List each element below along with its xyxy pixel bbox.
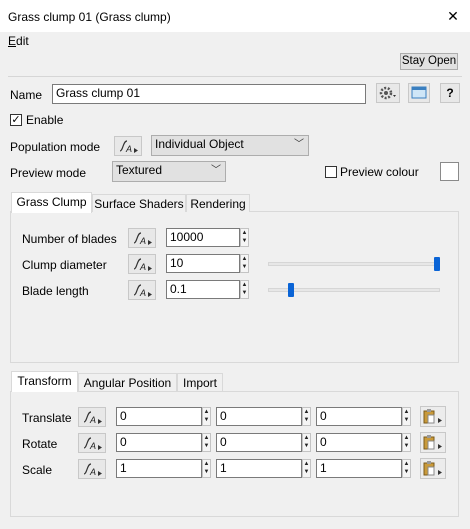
- clump-diameter-label: Clump diameter: [22, 258, 107, 272]
- tab-import[interactable]: Import: [177, 373, 223, 391]
- rotate-x-input[interactable]: 0: [116, 433, 202, 452]
- translate-x-input[interactable]: 0: [116, 407, 202, 426]
- svg-text:A: A: [89, 467, 96, 477]
- preview-colour-swatch[interactable]: [440, 162, 459, 181]
- enable-label: Enable: [26, 113, 64, 127]
- blades-function-button[interactable]: A: [128, 228, 156, 248]
- function-icon: A: [133, 232, 152, 246]
- svg-text:A: A: [89, 441, 96, 451]
- svg-text:A: A: [139, 236, 146, 246]
- chevron-down-icon: ﹀: [211, 165, 221, 176]
- title-bar: Grass clump 01 (Grass clump) ✕: [0, 0, 470, 32]
- rotate-y-input[interactable]: 0: [216, 433, 302, 452]
- blade-length-label: Blade length: [22, 284, 89, 298]
- svg-text:A: A: [139, 288, 146, 298]
- population-mode-label: Population mode: [10, 140, 101, 154]
- population-mode-select[interactable]: Individual Object ﹀: [151, 135, 309, 156]
- translate-y-spinner[interactable]: ▲ ▼: [302, 407, 311, 426]
- scale-x-spinner[interactable]: ▲ ▼: [202, 459, 211, 478]
- scale-x-input[interactable]: 1: [116, 459, 202, 478]
- translate-function-button[interactable]: A: [78, 407, 106, 427]
- rotate-z-input[interactable]: 0: [316, 433, 402, 452]
- menu-edit-label: dit: [16, 34, 29, 48]
- rotate-y-spinner[interactable]: ▲ ▼: [302, 433, 311, 452]
- rotate-paste-button[interactable]: [420, 432, 446, 453]
- tab-rendering[interactable]: Rendering: [186, 194, 250, 212]
- menu-edit[interactable]: Edit: [8, 34, 29, 48]
- clipboard-icon: [423, 435, 442, 450]
- tab-grass-clump[interactable]: Grass Clump: [11, 192, 92, 213]
- number-of-blades-spinner[interactable]: ▲ ▼: [240, 228, 249, 247]
- clipboard-icon: [423, 461, 442, 476]
- close-icon[interactable]: ✕: [446, 9, 460, 23]
- rotate-z-spinner[interactable]: ▲ ▼: [402, 433, 411, 452]
- function-icon: A: [83, 437, 102, 451]
- function-icon: A: [133, 284, 152, 298]
- help-button[interactable]: ?: [440, 83, 460, 103]
- tab-surface-shaders[interactable]: Surface Shaders: [92, 194, 186, 212]
- blade-length-input[interactable]: 0.1: [166, 280, 240, 299]
- function-icon: A: [119, 140, 138, 154]
- translate-z-input[interactable]: 0: [316, 407, 402, 426]
- scale-label: Scale: [22, 463, 53, 477]
- rotate-function-button[interactable]: A: [78, 433, 106, 453]
- svg-text:A: A: [89, 415, 96, 425]
- preview-window-button[interactable]: [408, 83, 430, 103]
- population-mode-value: Individual Object: [155, 137, 244, 151]
- scale-z-spinner[interactable]: ▲ ▼: [402, 459, 411, 478]
- preview-mode-select[interactable]: Textured ﹀: [112, 161, 226, 182]
- scale-paste-button[interactable]: [420, 458, 446, 479]
- rotate-label: Rotate: [22, 437, 58, 451]
- translate-z-spinner[interactable]: ▲ ▼: [402, 407, 411, 426]
- number-of-blades-label: Number of blades: [22, 232, 117, 246]
- population-mode-function-button[interactable]: A: [114, 136, 142, 156]
- function-icon: A: [133, 258, 152, 272]
- name-input[interactable]: Grass clump 01: [52, 84, 366, 104]
- scale-function-button[interactable]: A: [78, 459, 106, 479]
- clipboard-icon: [423, 409, 442, 424]
- scale-y-spinner[interactable]: ▲ ▼: [302, 459, 311, 478]
- scale-y-input[interactable]: 1: [216, 459, 302, 478]
- function-icon: A: [83, 411, 102, 425]
- chevron-down-icon: ﹀: [294, 139, 304, 150]
- function-icon: A: [83, 463, 102, 477]
- preview-mode-value: Textured: [116, 163, 163, 177]
- menu-edit-mnemonic: E: [8, 34, 17, 48]
- stay-open-button[interactable]: Stay Open: [400, 53, 458, 70]
- preview-mode-label: Preview mode: [10, 166, 87, 180]
- clump-diameter-slider[interactable]: [268, 262, 440, 266]
- preview-colour-checkbox[interactable]: [325, 166, 337, 178]
- svg-text:A: A: [125, 144, 132, 154]
- clump-diameter-spinner[interactable]: ▲ ▼: [240, 254, 249, 273]
- window-icon: [411, 86, 427, 99]
- window-title: Grass clump 01 (Grass clump): [8, 10, 171, 24]
- enable-checkbox[interactable]: ✓: [10, 114, 22, 126]
- number-of-blades-input[interactable]: 10000: [166, 228, 240, 247]
- divider: [8, 76, 462, 77]
- clump-diameter-input[interactable]: 10: [166, 254, 240, 273]
- translate-y-input[interactable]: 0: [216, 407, 302, 426]
- blade-length-slider-thumb[interactable]: [287, 283, 294, 297]
- scale-z-input[interactable]: 1: [316, 459, 402, 478]
- menu-bar: Edit: [0, 32, 470, 50]
- settings-gear-button[interactable]: [376, 83, 400, 103]
- clump-diameter-slider-thumb[interactable]: [434, 257, 440, 271]
- translate-x-spinner[interactable]: ▲ ▼: [202, 407, 211, 426]
- translate-paste-button[interactable]: [420, 406, 446, 427]
- blade-length-spinner[interactable]: ▲ ▼: [240, 280, 249, 299]
- svg-text:A: A: [139, 262, 146, 272]
- rotate-x-spinner[interactable]: ▲ ▼: [202, 433, 211, 452]
- gear-icon: [379, 86, 396, 100]
- translate-label: Translate: [22, 411, 72, 425]
- preview-colour-label: Preview colour: [340, 165, 419, 179]
- tab-transform[interactable]: Transform: [11, 371, 78, 392]
- length-function-button[interactable]: A: [128, 280, 156, 300]
- diameter-function-button[interactable]: A: [128, 254, 156, 274]
- name-label: Name: [10, 88, 43, 102]
- tab-angular-position[interactable]: Angular Position: [78, 373, 177, 391]
